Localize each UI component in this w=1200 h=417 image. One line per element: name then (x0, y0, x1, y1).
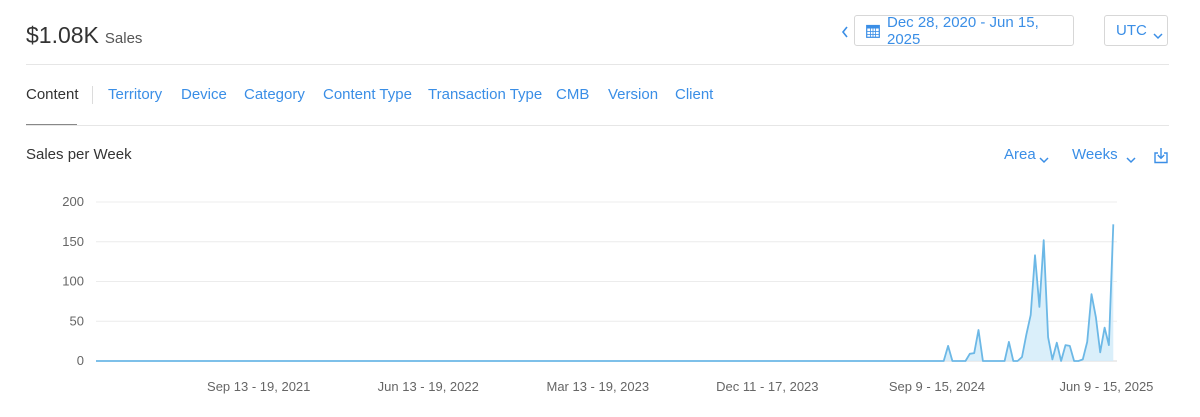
chevron-down-icon (1126, 151, 1136, 163)
y-tick-label: 0 (77, 353, 84, 368)
chart-type-select[interactable]: Area (1004, 146, 1049, 163)
tab-cmb[interactable]: CMB (556, 86, 589, 103)
sales-total-value: $1.08K (26, 22, 99, 48)
page-header: $1.08K Sales Dec 28, 2020 - Jun 15, 2025… (26, 14, 1170, 66)
y-tick-label: 150 (62, 234, 84, 249)
chart-type-label: Area (1004, 146, 1036, 163)
y-tick-label: 100 (62, 274, 84, 289)
x-tick-label: Dec 11 - 17, 2023 (716, 379, 818, 394)
tab-version[interactable]: Version (608, 86, 658, 103)
series-line (96, 224, 1115, 362)
header-divider (26, 64, 1169, 65)
chevron-down-icon (1153, 27, 1163, 39)
tab-device[interactable]: Device (181, 86, 227, 103)
series-area (96, 224, 1114, 361)
sales-total-label: Sales (104, 30, 143, 47)
tab-content[interactable]: Content (26, 86, 79, 103)
dimension-tabs: Content Territory Device Category Conten… (26, 84, 1169, 126)
timezone-select[interactable]: UTC (1104, 15, 1168, 46)
tab-category[interactable]: Category (244, 86, 305, 103)
download-icon[interactable] (1153, 147, 1169, 164)
tabs-divider (26, 125, 1169, 126)
sales-area-chart: 0 50 100 150 200 Sep 13 - 19, 2021 Jun 13 - 19… (62, 194, 1153, 394)
interval-select[interactable]: Weeks (1072, 146, 1136, 163)
chevron-left-icon[interactable] (840, 22, 854, 42)
x-tick-label: Mar 13 - 19, 2023 (546, 379, 649, 394)
x-tick-label: Sep 9 - 15, 2024 (889, 379, 985, 394)
date-range-picker[interactable]: Dec 28, 2020 - Jun 15, 2025 (854, 13, 1074, 48)
y-tick-label: 200 (62, 194, 84, 209)
tab-separator (92, 86, 93, 104)
date-range-label: Dec 28, 2020 - Jun 15, 2025 (887, 13, 1039, 48)
timezone-label: UTC (1116, 22, 1147, 39)
sales-total: $1.08K Sales (26, 22, 142, 49)
x-tick-label: Jun 13 - 19, 2022 (378, 379, 479, 394)
x-tick-label: Jun 9 - 15, 2025 (1059, 379, 1153, 394)
calendar-icon (866, 24, 880, 38)
tab-transaction-type[interactable]: Transaction Type (428, 86, 542, 103)
tab-client[interactable]: Client (675, 86, 713, 103)
sales-chart: 0 50 100 150 200 Sep 13 - 19, 2021 Jun 13 - 19… (0, 185, 1200, 417)
chart-title: Sales per Week (26, 146, 132, 163)
tab-territory[interactable]: Territory (108, 86, 162, 103)
chevron-down-icon (1039, 151, 1049, 163)
y-tick-label: 50 (70, 313, 84, 328)
interval-label: Weeks (1072, 146, 1118, 163)
x-tick-label: Sep 13 - 19, 2021 (207, 379, 310, 394)
tab-content-type[interactable]: Content Type (323, 86, 412, 103)
